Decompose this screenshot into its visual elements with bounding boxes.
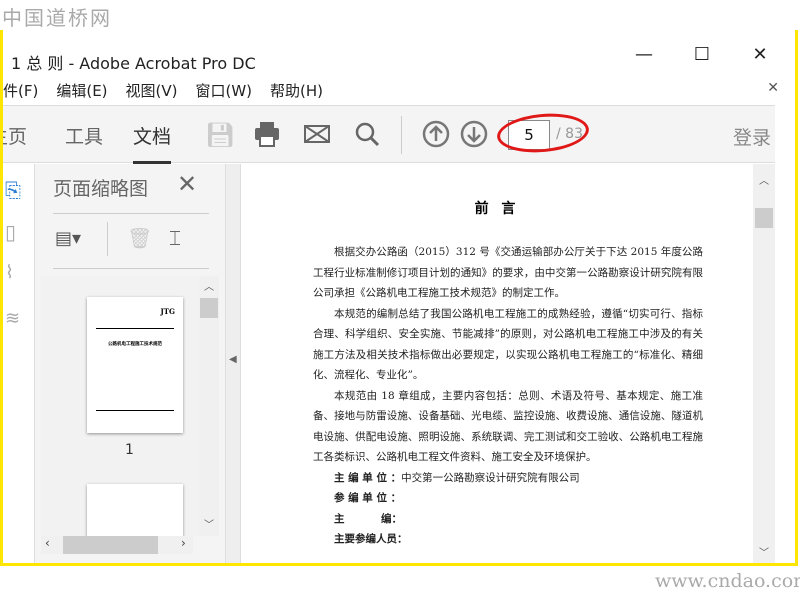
- tab-home[interactable]: 主页: [3, 122, 27, 149]
- delete-page-icon[interactable]: 🗑︎: [127, 226, 152, 250]
- thumbnail-panel: 页面缩略图 ✕ ▤▾ 🗑︎ ⌶ JTG 公路机电工程施工技术规范 1 ︿ ﹀ ‹: [35, 164, 225, 563]
- divider: [53, 268, 209, 269]
- options-menu-icon[interactable]: ▤▾: [55, 228, 81, 249]
- watermark-top: 中国道桥网: [2, 6, 112, 30]
- document-view: 前 言 根据交办公路函（2015）312 号《交通运输部办公厅关于下达 2015…: [241, 164, 775, 563]
- previous-page-icon[interactable]: [421, 120, 451, 150]
- watermark-bottom: www.cndao.com: [655, 570, 800, 592]
- credits: 主 编 单 位 ：中交第一公路勘察设计研究院有限公司 参 编 单 位 ： 主 编…: [313, 468, 703, 550]
- thumbnail-hscrollbar[interactable]: ‹ ›: [41, 536, 193, 554]
- collapse-panel-button[interactable]: ◀: [225, 164, 241, 563]
- hscroll-thumb[interactable]: [63, 536, 158, 554]
- attachments-icon[interactable]: ⌇: [5, 262, 14, 283]
- page-thumbnails-icon[interactable]: ⎘: [5, 178, 21, 202]
- close-document-icon[interactable]: ✕: [767, 80, 779, 96]
- toolbar: 主页 工具 文档 💾︎ 5 / 83 登录: [3, 105, 775, 164]
- document-vscrollbar[interactable]: ︿ ﹀: [753, 164, 775, 563]
- divider: [107, 222, 108, 256]
- acrobat-window: 1 总 则 - Adobe Acrobat Pro DC — ☐ ✕ 件(F) …: [0, 30, 798, 566]
- thumb-rule: [96, 328, 174, 329]
- next-page-icon[interactable]: [459, 120, 489, 150]
- thumb-heading: 公路机电工程施工技术规范: [108, 342, 162, 347]
- credit-label: 主 编：: [334, 512, 403, 525]
- menu-window[interactable]: 窗口(W): [196, 80, 253, 101]
- scroll-thumb[interactable]: [200, 298, 218, 318]
- insert-page-icon[interactable]: ⌶: [169, 226, 181, 250]
- paragraph: 根据交办公路函（2015）312 号《交通运输部办公厅关于下达 2015 年度公…: [313, 246, 703, 299]
- menu-bar: 件(F) 编辑(E) 视图(V) 窗口(W) 帮助(H): [3, 80, 323, 101]
- menu-view[interactable]: 视图(V): [126, 80, 178, 101]
- divider: [401, 116, 402, 154]
- page-body: 根据交办公路函（2015）312 号《交通运输部办公厅关于下达 2015 年度公…: [313, 242, 703, 550]
- menu-help[interactable]: 帮助(H): [270, 80, 323, 101]
- panel-title: 页面缩略图: [53, 178, 149, 200]
- email-icon[interactable]: [302, 120, 332, 150]
- credit-label: 主 编 单 位 ：: [334, 471, 402, 484]
- credit-label: 参 编 单 位 ：: [334, 492, 402, 504]
- thumb-rule: [96, 410, 174, 411]
- thumbnail-list: JTG 公路机电工程施工技术规范 1 ︿ ﹀: [41, 276, 219, 536]
- search-icon[interactable]: [352, 120, 382, 150]
- minimize-button[interactable]: —: [629, 44, 659, 68]
- tab-tools[interactable]: 工具: [65, 122, 103, 149]
- maximize-button[interactable]: ☐: [687, 44, 717, 68]
- bookmarks-icon[interactable]: ▯: [5, 220, 16, 244]
- scroll-thumb[interactable]: [755, 208, 773, 228]
- thumbnail-page-2[interactable]: [87, 484, 183, 536]
- collapse-arrow-icon: ◀: [229, 354, 237, 365]
- thumb-logo: JTG: [160, 307, 176, 316]
- thumbnail-label: 1: [125, 442, 134, 458]
- menu-edit[interactable]: 编辑(E): [56, 80, 107, 101]
- credit-value: 中交第一公路勘察设计研究院有限公司: [401, 471, 580, 484]
- window-title: 1 总 则 - Adobe Acrobat Pro DC: [11, 54, 256, 73]
- menu-file[interactable]: 件(F): [3, 80, 38, 101]
- credit-label: 主要参编人员：: [334, 533, 408, 545]
- panel-close-icon[interactable]: ✕: [177, 170, 197, 198]
- thumbnail-vscrollbar[interactable]: ︿ ﹀: [199, 276, 219, 536]
- close-button[interactable]: ✕: [745, 44, 775, 68]
- print-icon[interactable]: [252, 120, 282, 150]
- navigation-rail: ⎘ ▯ ⌇ ≋: [3, 164, 35, 563]
- document-page: 前 言 根据交办公路函（2015）312 号《交通运输部办公厅关于下达 2015…: [241, 164, 753, 563]
- login-button[interactable]: 登录: [733, 123, 771, 150]
- tab-document[interactable]: 文档: [133, 122, 172, 164]
- divider: [53, 213, 209, 214]
- thumbnail-page-1[interactable]: JTG 公路机电工程施工技术规范: [87, 297, 183, 433]
- save-icon[interactable]: 💾︎: [205, 120, 235, 150]
- page-heading: 前 言: [474, 201, 520, 217]
- paragraph: 本规范由 18 章组成，主要内容包括：总则、术语及符号、基本规定、施工准备、接地…: [313, 389, 703, 464]
- paragraph: 本规范的编制总结了我国公路机电工程施工的成熟经验，遵循“切实可行、指标合理、科学…: [313, 307, 703, 382]
- layers-icon[interactable]: ≋: [5, 308, 20, 329]
